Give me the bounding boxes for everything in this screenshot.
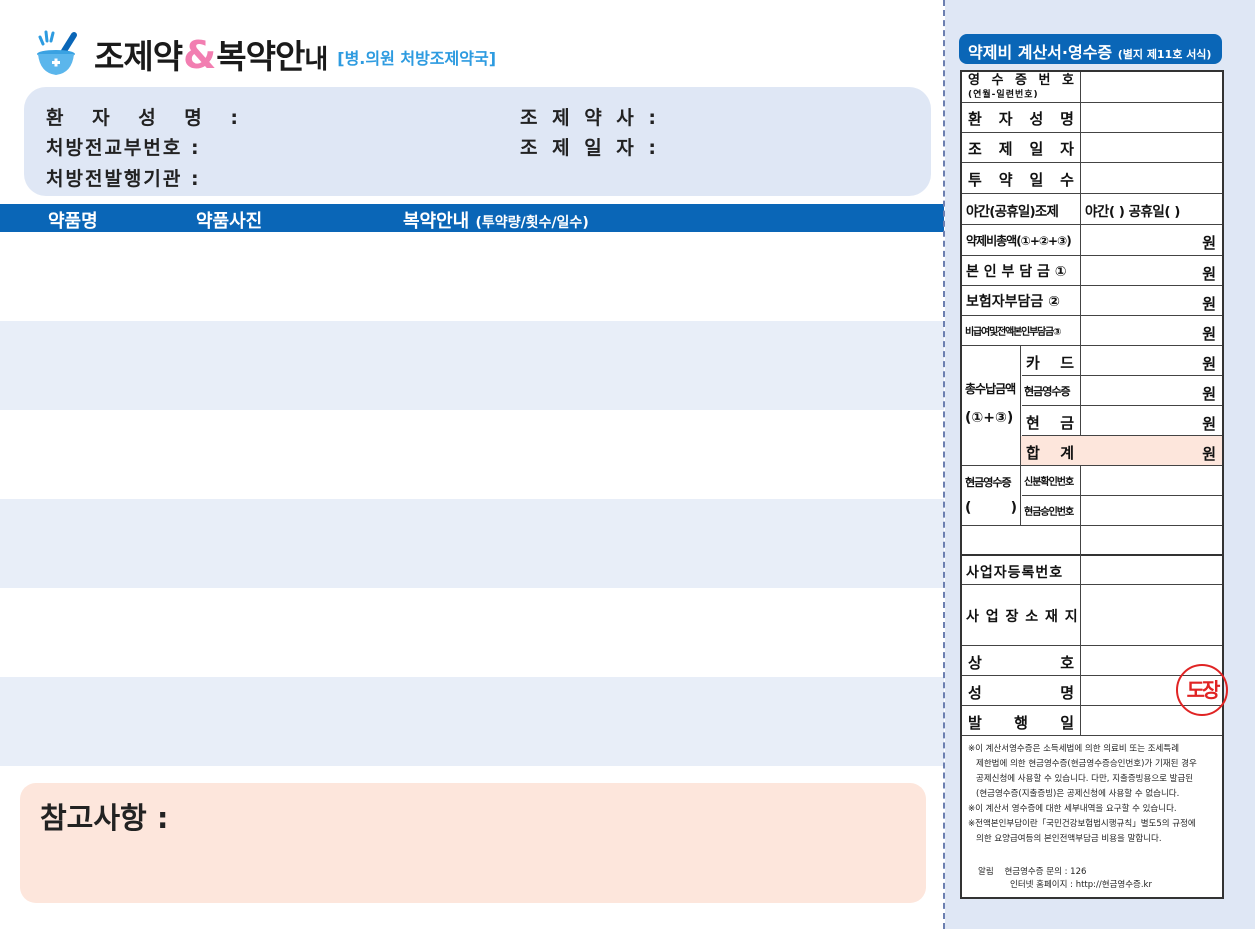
medication-row bbox=[0, 677, 944, 766]
cash-label: 현금 bbox=[1026, 414, 1074, 432]
night-holiday-label: 야간(공휴일)조제 bbox=[966, 204, 1059, 220]
col-medicine-name: 약품명 bbox=[48, 211, 98, 232]
receipt-table: 영수증번호 (연월-일련번호) 환자성명 조제일자 투약일수 야간(공휴일)조제… bbox=[960, 70, 1228, 899]
receipt-contact: 알림 현금영수증 문의 : 126 인터넷 홈페이지 : http://현금영수… bbox=[978, 867, 1152, 890]
dosage-days-label: 투약일수 bbox=[968, 171, 1074, 189]
medication-guide-panel: 조제약&복약안내 [병.의원 처방조제약국] 환 자 성 명 : 처방전교부번호… bbox=[0, 0, 944, 929]
receipt-footnotes: ※이 계산서영수증은 소득세법에 의한 의료비 또는 조세특례 제한법에 의한 … bbox=[968, 744, 1197, 844]
medication-row bbox=[0, 499, 944, 588]
receipt-panel: 약제비 계산서·영수증 (별지 제11호 서식) 영수증번호 (연월-일련번호)… bbox=[945, 0, 1255, 929]
night-holiday-value: 야간( ) 공휴일( ) bbox=[1085, 204, 1180, 220]
rx-issuer-label: 처방전발행기관 : bbox=[46, 168, 201, 190]
non-covered-label: 비급여및전액본인부담금③ bbox=[965, 327, 1061, 338]
won-unit: 원 bbox=[1202, 234, 1216, 252]
medication-row bbox=[0, 588, 944, 677]
page-title: 조제약&복약안내 bbox=[94, 33, 328, 77]
business-registration-label: 사업자등록번호 bbox=[966, 565, 1064, 581]
sum-label: 합계 bbox=[1026, 444, 1074, 462]
receipt-title: 약제비 계산서·영수증 (별지 제11호 서식) bbox=[959, 34, 1222, 64]
rx-number-label: 처방전교부번호 : bbox=[46, 137, 201, 159]
issue-date-label: 발행일 bbox=[968, 714, 1074, 732]
dispense-date-label: 조제일자 bbox=[968, 140, 1074, 158]
cash-receipt-label: 현금영수증 bbox=[1024, 385, 1071, 398]
card-label: 카드 bbox=[1026, 354, 1074, 372]
won-unit: 원 bbox=[1202, 415, 1216, 433]
medication-row bbox=[0, 321, 944, 410]
won-unit: 원 bbox=[1202, 325, 1216, 343]
total-paid-formula: (①+③) bbox=[965, 410, 1014, 426]
notes-box: 참고사항 : bbox=[20, 783, 926, 903]
patient-info-box: 환 자 성 명 : 처방전교부번호 : 처방전발행기관 : 조 제 약 사 : … bbox=[24, 87, 931, 196]
pharmacist-label: 조 제 약 사 : bbox=[520, 107, 660, 129]
representative-name-label: 성명 bbox=[968, 684, 1074, 702]
col-dosage-guide: 복약안내 (투약량/횟수/일수) bbox=[403, 211, 589, 232]
patient-name-label: 환자성명 bbox=[968, 110, 1074, 128]
identity-number-label: 신분확인번호 bbox=[1024, 477, 1074, 488]
medication-table-header: 약품명 약품사진 복약안내 (투약량/횟수/일수) bbox=[0, 204, 944, 232]
cash-receipt-group-label: 현금영수증 bbox=[965, 476, 1012, 489]
won-unit: 원 bbox=[1202, 445, 1216, 463]
patient-name-label: 환 자 성 명 : bbox=[46, 107, 249, 129]
won-unit: 원 bbox=[1202, 295, 1216, 313]
won-unit: 원 bbox=[1202, 265, 1216, 283]
won-unit: 원 bbox=[1202, 385, 1216, 403]
total-amount-label: 약제비총액(①+②+③) bbox=[966, 234, 1072, 248]
company-name-label: 상호 bbox=[968, 654, 1074, 672]
self-pay-label: 본 인 부 담 금 ① bbox=[966, 264, 1067, 280]
ampersand: & bbox=[183, 33, 216, 77]
receipt-number-label: 영수증번호 bbox=[968, 73, 1074, 88]
cash-receipt-group-paren: () bbox=[965, 500, 1017, 516]
header: 조제약&복약안내 [병.의원 처방조제약국] bbox=[34, 26, 496, 82]
medication-row bbox=[0, 232, 944, 321]
insurer-pay-label: 보험자부담금 ② bbox=[966, 294, 1061, 310]
dispense-date-label: 조 제 일 자 : bbox=[520, 137, 660, 159]
col-medicine-photo: 약품사진 bbox=[196, 211, 263, 232]
receipt-number-sub: (연월-일련번호) bbox=[968, 90, 1039, 100]
stamp-seal: 도장 bbox=[1176, 664, 1228, 716]
page-subtitle: [병.의원 처방조제약국] bbox=[337, 49, 497, 68]
won-unit: 원 bbox=[1202, 355, 1216, 373]
notes-label: 참고사항 : bbox=[40, 801, 169, 835]
business-address-label: 사 업 장 소 재 지 bbox=[966, 609, 1079, 625]
total-paid-label: 총수납금액 bbox=[965, 382, 1016, 396]
medication-row bbox=[0, 410, 944, 499]
mortar-pestle-icon bbox=[34, 29, 80, 79]
approval-number-label: 현금승인번호 bbox=[1024, 507, 1074, 518]
